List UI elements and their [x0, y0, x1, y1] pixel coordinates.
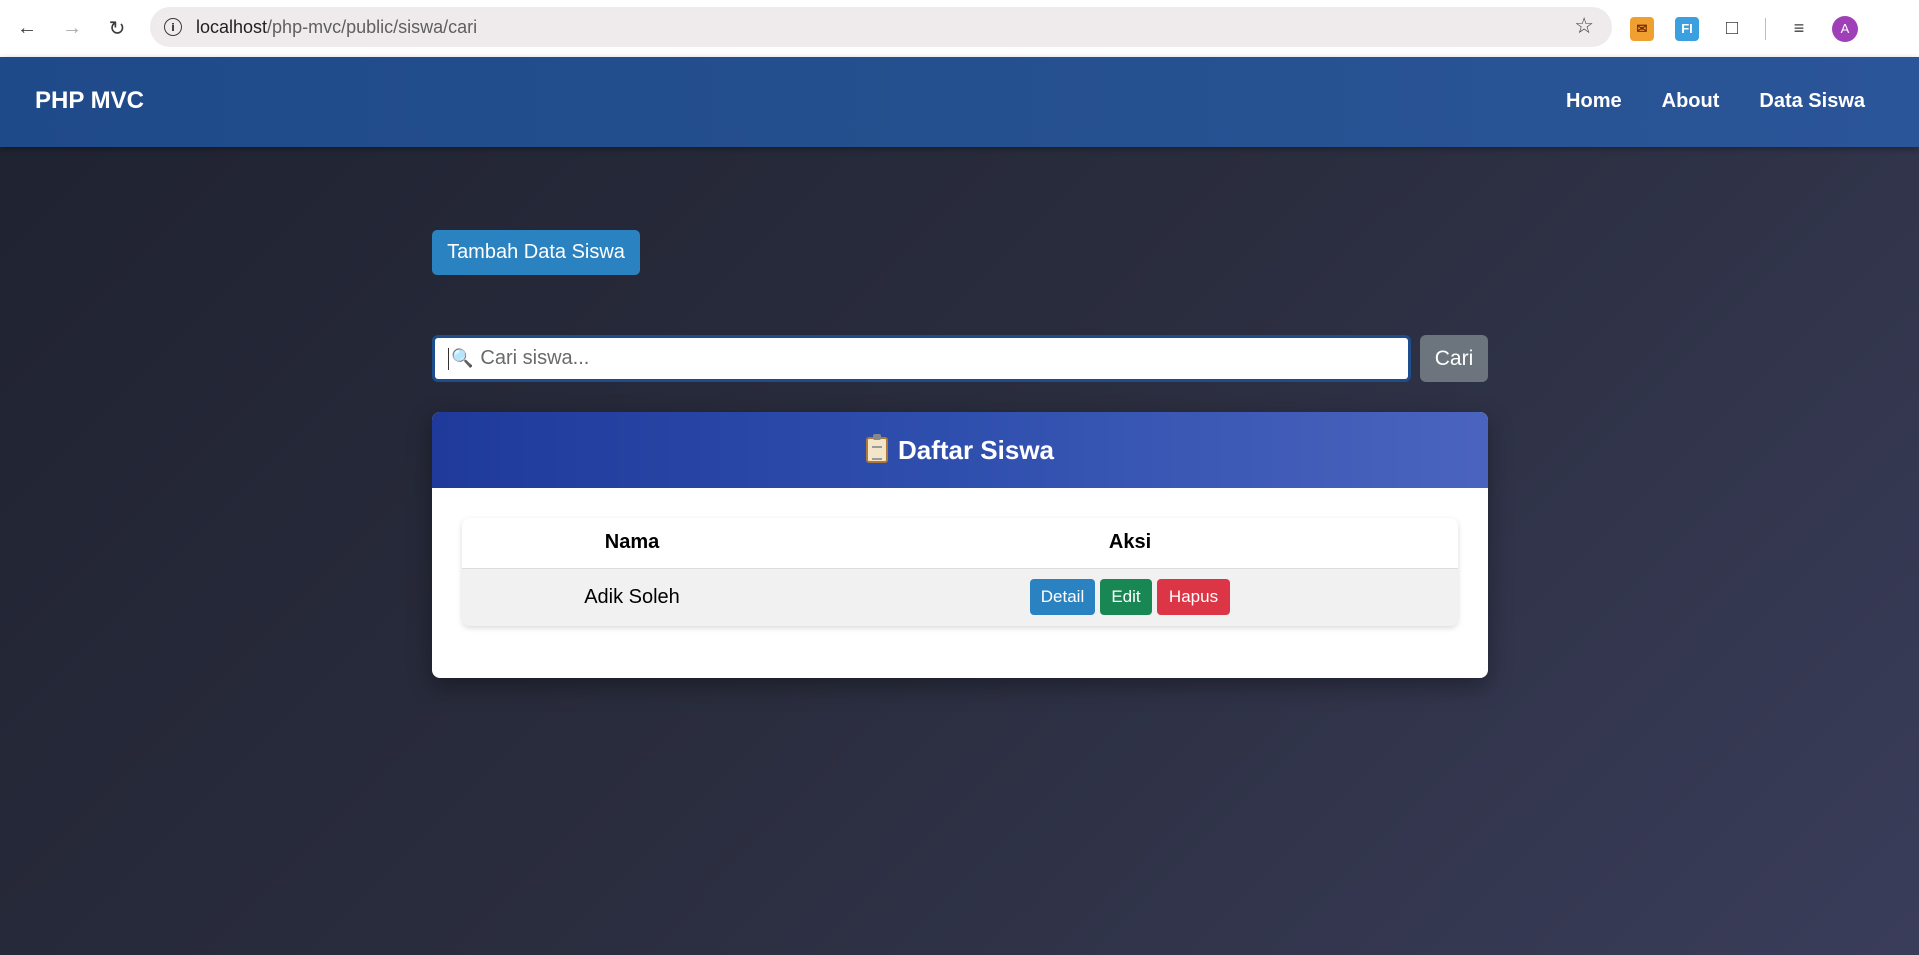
url-host: localhost: [196, 16, 268, 37]
app-page: PHP MVC Home About Data Siswa Tambah Dat…: [0, 57, 1919, 955]
puzzle-icon[interactable]: □: [1720, 17, 1744, 41]
forward-icon[interactable]: →: [54, 10, 90, 46]
detail-button[interactable]: Detail: [1030, 579, 1095, 616]
back-icon[interactable]: ←: [9, 10, 45, 46]
browser-toolbar: ← → ↻ i localhost/php-mvc/public/siswa/c…: [0, 0, 1919, 57]
extensions-area: ✉ FI □ ≡ A: [1630, 0, 1858, 57]
text-caret: [448, 347, 449, 370]
row-actions: Detail Edit Hapus: [802, 579, 1458, 616]
student-table-wrapper: Nama Aksi Adik Soleh Detail Edit Hapus: [462, 518, 1458, 626]
nav-links: Home About Data Siswa: [1566, 90, 1865, 113]
brand-logo[interactable]: PHP MVC: [35, 87, 144, 115]
search-button[interactable]: Cari: [1420, 335, 1488, 382]
extension-fi-icon[interactable]: FI: [1675, 16, 1699, 41]
reload-icon[interactable]: ↻: [99, 10, 135, 46]
table-row: Adik Soleh Detail Edit Hapus: [462, 568, 1458, 626]
card-title: Daftar Siswa: [897, 434, 1055, 465]
nav-link-about[interactable]: About: [1662, 90, 1720, 113]
header-nama: Nama: [462, 518, 802, 569]
header-aksi: Aksi: [802, 518, 1458, 569]
toolbar-divider: [1765, 17, 1766, 40]
star-icon[interactable]: ☆: [1574, 13, 1594, 39]
nav-link-data-siswa[interactable]: Data Siswa: [1759, 90, 1865, 113]
avatar[interactable]: A: [1832, 15, 1858, 42]
info-icon[interactable]: i: [164, 18, 182, 36]
address-bar[interactable]: i localhost/php-mvc/public/siswa/cari ☆: [150, 7, 1612, 47]
extension-icon[interactable]: ✉: [1630, 16, 1654, 41]
search-field[interactable]: 🔍: [432, 335, 1411, 382]
url-path: /php-mvc/public/siswa/cari: [267, 16, 478, 37]
search-input[interactable]: [480, 347, 1381, 370]
card-header: Daftar Siswa: [432, 412, 1488, 488]
nav-link-home[interactable]: Home: [1566, 90, 1622, 113]
url-text[interactable]: localhost/php-mvc/public/siswa/cari: [196, 17, 477, 38]
cell-nama: Adik Soleh: [462, 568, 802, 626]
media-icon[interactable]: ≡: [1787, 17, 1811, 41]
delete-button[interactable]: Hapus: [1157, 579, 1230, 616]
navbar: PHP MVC Home About Data Siswa: [0, 57, 1919, 147]
add-student-button[interactable]: Tambah Data Siswa: [432, 230, 640, 275]
clipboard-icon: [865, 434, 888, 463]
search-icon: 🔍: [451, 348, 474, 368]
table-header-row: Nama Aksi: [462, 518, 1458, 569]
edit-button[interactable]: Edit: [1100, 579, 1152, 616]
student-list-card: Daftar Siswa Nama Aksi Adik Soleh Detail: [432, 412, 1488, 678]
student-table: Nama Aksi Adik Soleh Detail Edit Hapus: [462, 518, 1458, 626]
cell-aksi: Detail Edit Hapus: [802, 568, 1458, 626]
